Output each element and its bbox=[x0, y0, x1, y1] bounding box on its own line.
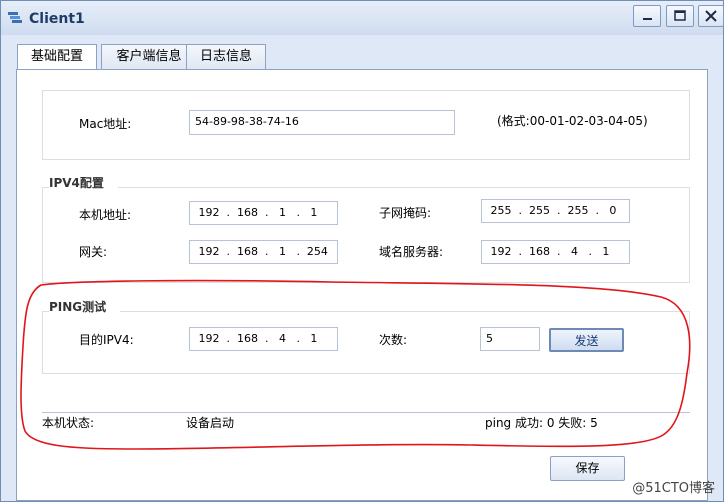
close-icon bbox=[705, 10, 717, 22]
mac-label: Mac地址: bbox=[79, 117, 132, 131]
mac-address-input[interactable]: 54-89-98-38-74-16 bbox=[189, 110, 455, 135]
maximize-button[interactable] bbox=[666, 5, 694, 27]
status-label: 本机状态: bbox=[42, 416, 95, 430]
ping-target-input[interactable]: 192 . 168 . 4 . 1 bbox=[189, 327, 338, 351]
gateway-input[interactable]: 192 . 168 . 1 . 254 bbox=[189, 240, 338, 264]
basic-config-panel: Mac地址: 54-89-98-38-74-16 (格式:00-01-02-03… bbox=[16, 69, 708, 501]
gateway-label: 网关: bbox=[79, 245, 108, 259]
title-bar[interactable]: Client1 bbox=[1, 1, 724, 35]
client-window: Client1 基础配置 客户端信息 日志信息 Mac地址: 54-89-98-… bbox=[0, 0, 724, 502]
maximize-icon bbox=[674, 10, 686, 21]
tab-client-info[interactable]: 客户端信息 bbox=[101, 44, 197, 70]
network-client-icon bbox=[8, 12, 22, 23]
local-ip-label: 本机地址: bbox=[79, 208, 132, 222]
ping-count-input[interactable]: 5 bbox=[480, 327, 540, 351]
ping-count-label: 次数: bbox=[379, 333, 408, 347]
subnet-mask-label: 子网掩码: bbox=[379, 206, 432, 220]
window-title: Client1 bbox=[29, 11, 85, 27]
status-value: 设备启动 bbox=[186, 416, 235, 430]
ping-group-title: PING测试 bbox=[49, 298, 121, 316]
close-button[interactable] bbox=[698, 5, 724, 27]
minimize-button[interactable] bbox=[633, 5, 661, 27]
dns-label: 域名服务器: bbox=[379, 245, 444, 259]
subnet-mask-input[interactable]: 255 . 255 . 255 . 0 bbox=[481, 199, 630, 223]
ipv4-group-title: IPV4配置 bbox=[49, 174, 118, 192]
minimize-icon bbox=[643, 18, 652, 20]
save-button[interactable]: 保存 bbox=[550, 456, 625, 481]
dns-input[interactable]: 192 . 168 . 4 . 1 bbox=[481, 240, 630, 264]
watermark: @51CTO博客 bbox=[632, 481, 715, 496]
tab-log-info[interactable]: 日志信息 bbox=[186, 44, 266, 70]
ping-result-summary: ping 成功: 0 失败: 5 bbox=[485, 416, 598, 430]
tab-basic-config[interactable]: 基础配置 bbox=[17, 44, 97, 71]
ping-target-label: 目的IPV4: bbox=[79, 333, 134, 347]
mac-format-hint: (格式:00-01-02-03-04-05) bbox=[497, 114, 648, 128]
status-divider bbox=[42, 412, 690, 413]
send-button[interactable]: 发送 bbox=[549, 328, 624, 352]
local-ip-input[interactable]: 192 . 168 . 1 . 1 bbox=[189, 201, 338, 225]
